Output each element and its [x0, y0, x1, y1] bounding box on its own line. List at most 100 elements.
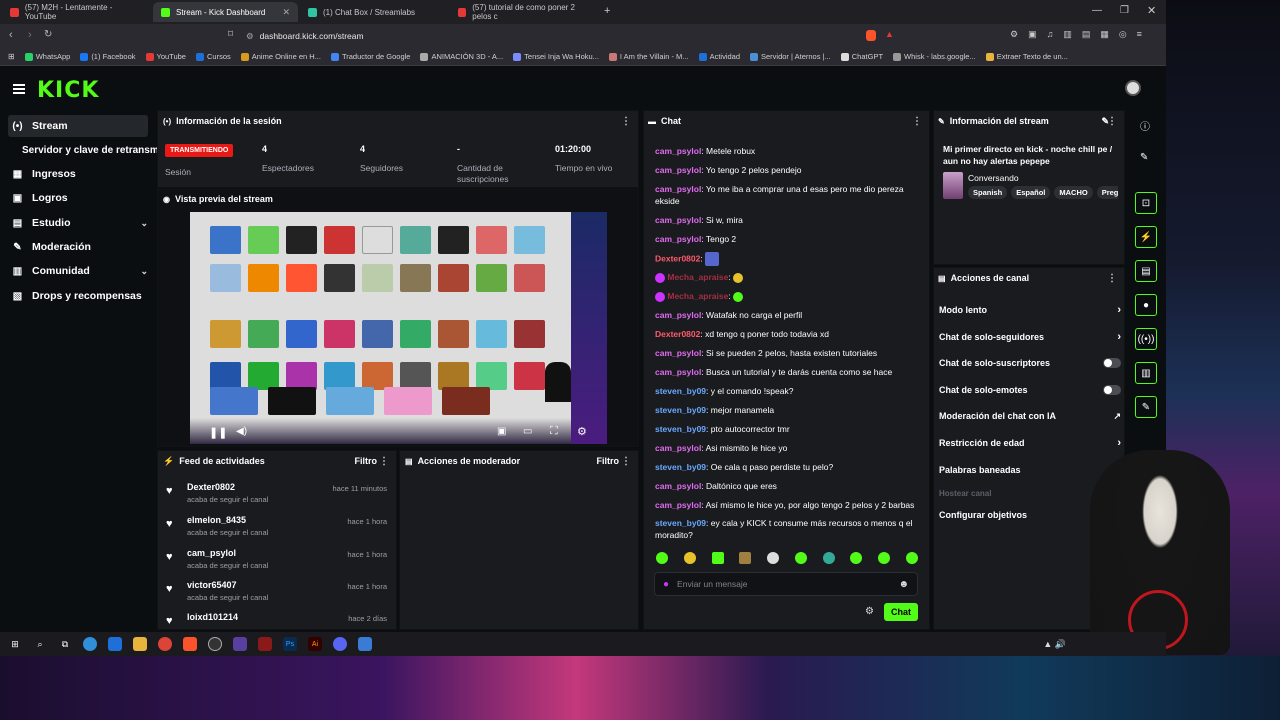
rail-activity-button[interactable]: ⚡ [1135, 226, 1157, 248]
sidebar-item-estudio[interactable]: ▤ Estudio ⌄ [8, 212, 148, 234]
rail-broadcast-button[interactable]: ((•)) [1135, 328, 1157, 350]
action-ai-moderation[interactable]: Moderación del chat con IA ↗ [939, 406, 1121, 426]
new-tab-icon[interactable]: + [604, 5, 610, 17]
chat-username[interactable]: steven_by09 [655, 424, 706, 434]
app-icon[interactable] [233, 637, 247, 651]
brave-shields-icon[interactable] [866, 30, 876, 41]
pause-icon[interactable]: ❚❚ [209, 426, 227, 439]
chat-username[interactable]: cam_psylol [655, 184, 701, 194]
fullscreen-icon[interactable]: ⛶ [550, 425, 558, 438]
tag[interactable]: Preg [1096, 186, 1118, 199]
reload-icon[interactable]: ↻ [44, 29, 52, 40]
emoji-icon[interactable]: ☻ [898, 579, 909, 590]
rail-session-button[interactable]: ▥ [1135, 362, 1157, 384]
tray-icons[interactable]: ▲ 🔊 [1043, 639, 1066, 650]
chat-username[interactable]: cam_psylol [655, 481, 701, 491]
back-icon[interactable]: ‹ [9, 29, 13, 41]
bookmark-extraer[interactable]: Extraer Texto de un... [985, 52, 1068, 61]
emote-icon[interactable] [767, 552, 780, 564]
app-icon[interactable] [258, 637, 272, 651]
more-options-icon[interactable]: ⋮ [621, 456, 637, 467]
browser-tab-kick[interactable]: Stream - Kick Dashboard ✕ [153, 2, 298, 22]
bookmark-icon[interactable]: ⌑ [228, 29, 233, 40]
action-age-restriction[interactable]: Restricción de edad › [939, 433, 1121, 453]
illustrator-icon[interactable]: Ai [308, 637, 322, 651]
chat-username[interactable]: cam_psylol [655, 500, 701, 510]
browser-tab-streamlabs[interactable]: (1) Chat Box / Streamlabs [300, 2, 448, 22]
stream-video[interactable] [190, 212, 571, 444]
tag[interactable]: Español [1011, 186, 1051, 199]
edge-icon[interactable] [83, 637, 97, 651]
mic-icon[interactable]: ● [663, 579, 669, 590]
rail-chat-users-button[interactable]: ⊡ [1135, 192, 1157, 214]
sidebar-item-server-key[interactable]: Servidor y clave de retransm [8, 139, 159, 161]
action-banned-words[interactable]: Palabras baneadas› [939, 460, 1121, 480]
maximize-icon[interactable]: ❐ [1120, 5, 1129, 16]
windows-start-icon[interactable]: ⊞ [8, 637, 22, 651]
tag[interactable]: MACHO [1054, 186, 1093, 199]
close-window-icon[interactable]: ✕ [1147, 4, 1156, 17]
chat-username[interactable]: Dexter0802 [655, 329, 700, 339]
bookmark-whatsapp[interactable]: WhatsApp [24, 52, 70, 61]
sidebar-item-ingresos[interactable]: ▦ Ingresos [8, 163, 148, 185]
chat-username[interactable]: cam_psylol [655, 367, 701, 377]
address-bar[interactable]: ⚙ dashboard.kick.com/stream [246, 28, 846, 44]
apps-icon[interactable]: ⊞ [8, 52, 15, 61]
chat-username[interactable]: cam_psylol [655, 234, 701, 244]
hamburger-menu-icon[interactable] [13, 84, 25, 94]
bookmark-whisk[interactable]: Whisk - labs.google... [893, 52, 976, 61]
bookmark-anime[interactable]: Anime Online en H... [240, 52, 321, 61]
brave-icon[interactable] [183, 637, 197, 651]
task-view-icon[interactable]: ⧉ [58, 637, 72, 651]
discord-icon[interactable] [333, 637, 347, 651]
folder-icon[interactable] [133, 637, 147, 651]
bookmark-aternos[interactable]: Servidor | Aternos |... [750, 52, 831, 61]
chat-username[interactable]: cam_psylol [655, 443, 701, 453]
category-name[interactable]: Conversando [968, 173, 1019, 183]
bookmark-youtube[interactable]: YouTube [145, 52, 186, 61]
chat-username[interactable]: Mecha_apraise [667, 291, 728, 301]
theater-mode-icon[interactable]: ▭ [523, 426, 532, 437]
bookmark-cursos[interactable]: Cursos [195, 52, 231, 61]
extensions-icons[interactable]: ⚙▣♫▥▤▦◎≡ [1010, 29, 1152, 40]
avatar[interactable] [1125, 80, 1141, 96]
sidebar-item-stream[interactable]: (•) Stream [8, 115, 148, 137]
emote-icon[interactable] [822, 552, 835, 564]
search-icon[interactable]: ⌕ [33, 637, 47, 651]
sidebar-item-drops[interactable]: ▧ Drops y recompensas [8, 285, 148, 307]
more-options-icon[interactable]: ⋮ [912, 116, 928, 127]
bookmark-translate[interactable]: Traductor de Google [330, 52, 410, 61]
sidebar-item-logros[interactable]: ▣ Logros [8, 187, 148, 209]
emote-icon[interactable] [850, 552, 863, 564]
bookmark-facebook[interactable]: (1) Facebook [80, 52, 136, 61]
obs-icon[interactable] [208, 637, 222, 651]
chat-username[interactable]: cam_psylol [655, 310, 701, 320]
action-subscribers-only[interactable]: Chat de solo-suscriptores [939, 353, 1121, 373]
tag[interactable]: Spanish [968, 186, 1008, 199]
bookmark-villain[interactable]: I Am the Villain - M... [608, 52, 689, 61]
rail-chat-button[interactable]: ● [1135, 294, 1157, 316]
more-options-icon[interactable]: ⋮ [621, 116, 637, 127]
bookmark-tensei[interactable]: Tensei Inja Wa Hoku... [513, 52, 599, 61]
forward-icon[interactable]: › [28, 29, 32, 41]
browser-tab-youtube[interactable]: (57) M2H - Lentamente - YouTube [2, 2, 152, 22]
chat-messages[interactable]: cam_psylol: Metele robux cam_psylol: Yo … [643, 131, 930, 541]
minimize-icon[interactable]: — [1092, 5, 1102, 16]
sidebar-item-moderacion[interactable]: ✎ Moderación [8, 236, 148, 258]
filter-button[interactable]: Filtro [597, 456, 620, 466]
picture-in-picture-icon[interactable]: ▣ [497, 426, 506, 437]
chat-settings-icon[interactable]: ⚙ [865, 606, 874, 617]
emote-icon[interactable] [683, 552, 696, 564]
more-options-icon[interactable]: ⋮ [379, 456, 395, 467]
store-icon[interactable] [108, 637, 122, 651]
more-options-icon[interactable]: ⋮ [1107, 116, 1123, 127]
close-tab-icon[interactable]: ✕ [282, 7, 290, 18]
chat-username[interactable]: steven_by09 [655, 518, 706, 528]
action-followers-only[interactable]: Chat de solo-seguidores › [939, 327, 1121, 347]
emote-icon[interactable] [905, 552, 918, 564]
emote-icon[interactable] [656, 552, 668, 564]
chat-username[interactable]: Dexter0802 [655, 253, 700, 263]
chat-username[interactable]: Mecha_apraise [667, 272, 728, 282]
chat-username[interactable]: steven_by09 [655, 405, 706, 415]
chat-input[interactable]: ● Enviar un mensaje ☻ [654, 572, 918, 596]
